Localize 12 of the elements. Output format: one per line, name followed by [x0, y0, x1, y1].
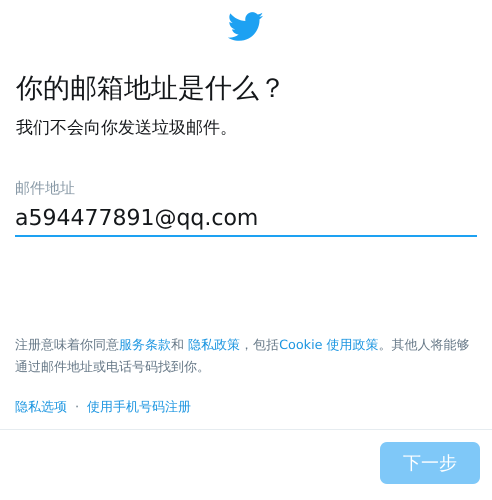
- footer-link[interactable]: 隐私选项: [15, 398, 67, 416]
- terms-text: 注册意味着你同意服务条款和 隐私政策，包括Cookie 使用政策。其他人将能够通过邮件地址或电话号码找到你。: [15, 337, 471, 377]
- terms-link[interactable]: 服务条款: [119, 338, 171, 353]
- terms-link[interactable]: 隐私政策: [188, 338, 240, 353]
- terms-link[interactable]: Cookie 使用政策: [279, 338, 379, 353]
- footer-link[interactable]: 使用手机号码注册: [87, 398, 192, 416]
- bird-icon: [228, 12, 264, 42]
- subtitle: 我们不会向你发送垃圾邮件。: [16, 117, 238, 139]
- field-label: 邮件地址: [15, 179, 76, 198]
- email-field[interactable]: a594477891@qq.com: [15, 206, 477, 237]
- separator-dot: ·: [75, 400, 80, 414]
- page-title: 你的邮箱地址是什么？: [16, 72, 287, 106]
